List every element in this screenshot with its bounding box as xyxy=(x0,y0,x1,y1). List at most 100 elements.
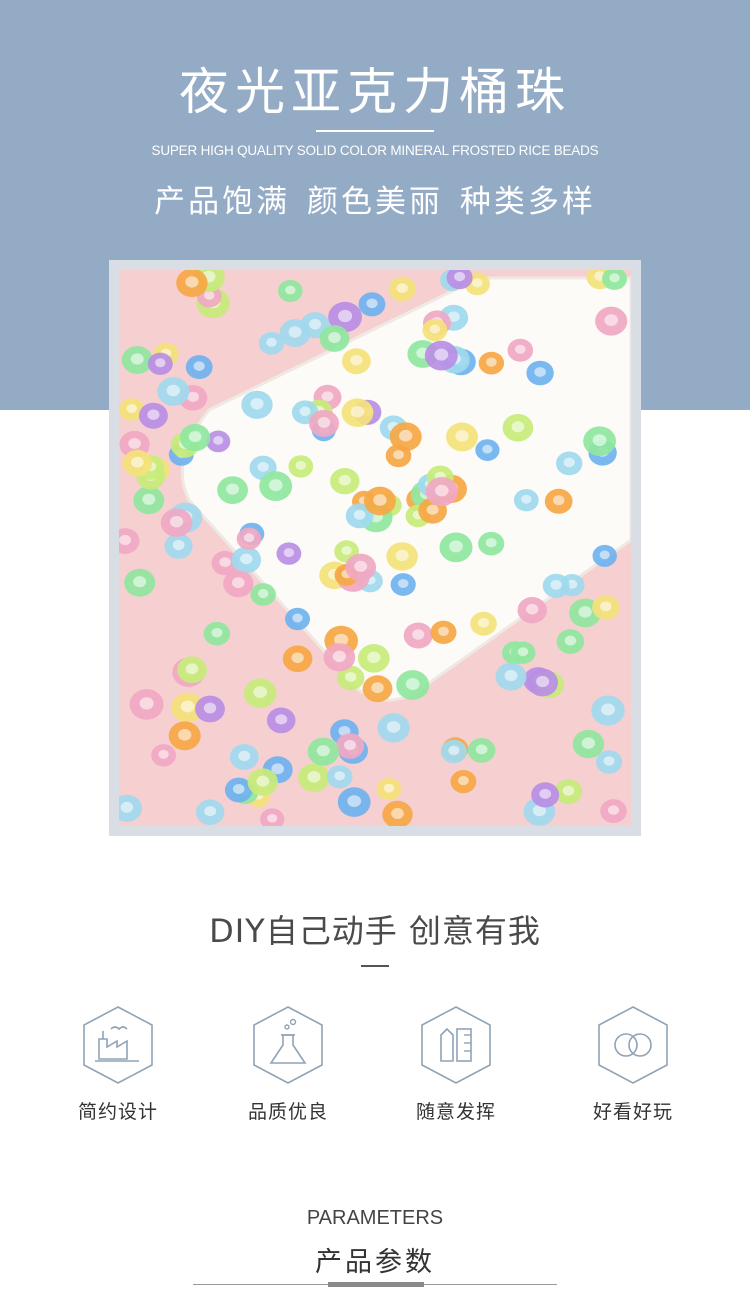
feature-quality: 品质优良 xyxy=(203,1005,373,1124)
bead xyxy=(147,352,173,375)
hero-divider xyxy=(316,130,434,132)
bead xyxy=(357,644,390,673)
bead xyxy=(278,279,303,303)
bead xyxy=(388,276,416,302)
product-photo xyxy=(119,270,631,826)
bead xyxy=(298,763,330,792)
bead xyxy=(439,532,473,563)
bead xyxy=(231,546,262,574)
bead xyxy=(542,573,570,598)
bead xyxy=(376,777,402,801)
bead xyxy=(168,721,201,751)
bead xyxy=(470,611,497,636)
bead xyxy=(217,476,248,504)
bead xyxy=(544,488,573,514)
bead xyxy=(526,360,554,386)
flask-icon xyxy=(251,1005,325,1085)
bead xyxy=(288,455,314,478)
bead xyxy=(247,768,278,796)
bead xyxy=(583,426,616,456)
hero-title: 夜光亚克力桶珠 xyxy=(179,63,571,121)
bead xyxy=(335,733,365,759)
bead xyxy=(326,765,353,789)
bead xyxy=(229,744,259,770)
bead xyxy=(363,486,396,516)
bead xyxy=(440,739,467,764)
parameters-title-en: PARAMETERS xyxy=(306,1207,444,1229)
bead xyxy=(478,531,505,556)
bead xyxy=(164,533,193,559)
bead xyxy=(502,414,534,442)
bead xyxy=(206,430,231,453)
bead xyxy=(185,355,213,380)
bead xyxy=(124,568,156,597)
bead xyxy=(309,409,339,437)
bead xyxy=(595,306,628,336)
bead xyxy=(377,713,410,743)
bead xyxy=(176,270,208,298)
feature-label: 简约设计 xyxy=(77,1101,158,1123)
bead xyxy=(513,489,539,512)
bead xyxy=(600,799,627,824)
rings-icon xyxy=(596,1005,670,1085)
bead xyxy=(507,338,534,362)
bead xyxy=(467,738,496,763)
bead xyxy=(337,787,371,817)
bead xyxy=(592,544,617,567)
bead xyxy=(430,620,457,644)
bead xyxy=(446,422,478,452)
feature-freedom: 随意发挥 xyxy=(371,1005,541,1124)
bead xyxy=(259,471,293,501)
bead xyxy=(330,468,360,495)
bead xyxy=(591,695,625,726)
bead xyxy=(592,595,620,620)
bead xyxy=(362,675,393,703)
bead xyxy=(177,656,207,684)
bead xyxy=(510,641,536,664)
bead xyxy=(422,318,448,342)
diy-divider xyxy=(361,965,389,967)
bead xyxy=(572,729,605,759)
feature-simple-design: 简约设计 xyxy=(33,1005,203,1124)
hero-slogan: 产品饱满 颜色美丽 种类多样 xyxy=(154,184,596,220)
feature-label: 好看好玩 xyxy=(592,1101,673,1123)
bead xyxy=(282,645,313,673)
diy-title: DIY自己动手 创意有我 xyxy=(209,912,541,950)
bead xyxy=(223,570,254,598)
bead xyxy=(531,782,560,808)
bead xyxy=(195,695,225,723)
bead xyxy=(121,346,153,374)
bead xyxy=(386,542,418,571)
bead xyxy=(517,597,547,624)
bead xyxy=(390,573,416,596)
bead xyxy=(133,486,165,515)
parameters-title-cn: 产品参数 xyxy=(315,1247,435,1278)
bead xyxy=(341,398,374,427)
bead xyxy=(241,390,273,419)
product-photo-frame xyxy=(109,260,641,836)
parameters-underline-accent xyxy=(328,1282,424,1287)
bead xyxy=(396,670,430,700)
bead xyxy=(425,477,458,507)
bead xyxy=(527,668,558,697)
bead xyxy=(556,629,585,654)
bead xyxy=(596,750,623,774)
bead xyxy=(285,607,310,631)
ruler-pencil-icon xyxy=(419,1005,493,1085)
bead xyxy=(495,662,527,691)
bead xyxy=(342,348,371,375)
bead xyxy=(556,451,583,476)
hero-subtitle-en: SUPER HIGH QUALITY SOLID COLOR MINERAL F… xyxy=(151,143,599,158)
bead xyxy=(478,351,505,375)
bead xyxy=(450,770,477,794)
bead xyxy=(243,678,277,708)
bead xyxy=(236,527,262,550)
bead xyxy=(276,542,302,565)
bead xyxy=(358,292,386,317)
bead xyxy=(138,402,168,429)
bead xyxy=(151,744,176,767)
bead xyxy=(403,622,433,649)
bead xyxy=(389,422,422,452)
bead xyxy=(122,449,153,477)
beads-illustration xyxy=(119,270,631,826)
